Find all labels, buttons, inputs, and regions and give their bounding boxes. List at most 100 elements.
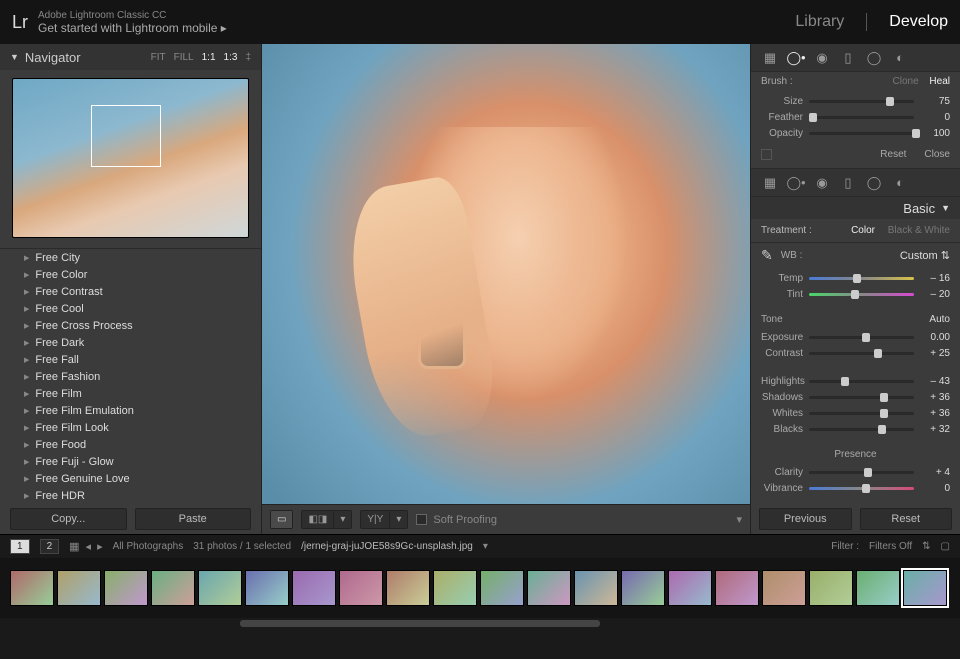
slider-thumb[interactable] (809, 113, 817, 122)
slider-value[interactable]: 100 (920, 128, 950, 139)
filmstrip-thumb[interactable] (903, 570, 947, 606)
slider-thumb[interactable] (880, 409, 888, 418)
slider-value[interactable]: + 32 (920, 424, 950, 435)
slider-track[interactable] (809, 396, 914, 399)
wb-dropper-icon[interactable]: ✎ (761, 247, 773, 264)
monitor-1[interactable]: 1 (10, 539, 30, 554)
navigator-crop-rect[interactable] (91, 105, 161, 167)
grid-icon[interactable]: ▦ (69, 540, 79, 553)
slider-track[interactable] (809, 116, 914, 119)
filmstrip-thumb[interactable] (104, 570, 148, 606)
main-photo-view[interactable] (262, 44, 750, 504)
navigator-header[interactable]: ▼ Navigator FIT FILL 1:1 1:3 ‡ (0, 44, 261, 70)
slider-highlights[interactable]: Highlights– 43 (761, 373, 950, 389)
slider-contrast[interactable]: Contrast+ 25 (761, 345, 950, 361)
heal-close-button[interactable]: Close (924, 149, 950, 160)
view-mode-loupe[interactable]: ▭ (270, 510, 293, 529)
brush-tool-icon[interactable]: ◐ (889, 174, 911, 192)
gradient-tool-icon[interactable]: ▯ (837, 174, 859, 192)
heal-tool-icon[interactable]: ◯• (785, 49, 807, 67)
mobile-link[interactable]: Get started with Lightroom mobile ▸ (38, 22, 227, 34)
tone-auto-button[interactable]: Auto (929, 314, 950, 325)
filmstrip-thumb[interactable] (292, 570, 336, 606)
slider-thumb[interactable] (878, 425, 886, 434)
navigator-preview[interactable] (12, 78, 249, 238)
slider-temp[interactable]: Temp– 16 (761, 270, 950, 286)
slider-opacity[interactable]: Opacity100 (761, 125, 950, 141)
preset-item[interactable]: ▶Free Film (0, 385, 261, 402)
filmstrip-thumb[interactable] (762, 570, 806, 606)
slider-value[interactable]: – 16 (920, 273, 950, 284)
slider-tint[interactable]: Tint– 20 (761, 286, 950, 302)
soft-proofing-toggle[interactable]: Soft Proofing (416, 514, 497, 526)
slider-track[interactable] (809, 428, 914, 431)
slider-value[interactable]: 0 (920, 112, 950, 123)
paste-button[interactable]: Paste (135, 508, 252, 530)
slider-blacks[interactable]: Blacks+ 32 (761, 421, 950, 437)
redeye-tool-icon[interactable]: ◉ (811, 49, 833, 67)
slider-size[interactable]: Size75 (761, 93, 950, 109)
slider-thumb[interactable] (886, 97, 894, 106)
slider-thumb[interactable] (851, 290, 859, 299)
slider-clarity[interactable]: Clarity+ 4 (761, 464, 950, 480)
basic-panel-header[interactable]: Basic ▼ (751, 197, 960, 219)
slider-thumb[interactable] (853, 274, 861, 283)
filmstrip-thumb[interactable] (527, 570, 571, 606)
radial-tool-icon[interactable]: ◯ (863, 49, 885, 67)
slider-value[interactable]: + 36 (920, 392, 950, 403)
slider-thumb[interactable] (912, 129, 920, 138)
preset-item[interactable]: ▶Free Film Look (0, 419, 261, 436)
previous-button[interactable]: Previous (759, 508, 852, 530)
filter-dropdown-icon[interactable]: ⇅ (922, 541, 930, 552)
checkbox-icon[interactable] (416, 514, 427, 525)
filmstrip-thumb[interactable] (198, 570, 242, 606)
slider-thumb[interactable] (880, 393, 888, 402)
reset-button[interactable]: Reset (860, 508, 953, 530)
filmstrip-thumb[interactable] (339, 570, 383, 606)
preset-item[interactable]: ▶Free Genuine Love (0, 470, 261, 487)
slider-thumb[interactable] (874, 349, 882, 358)
slider-track[interactable] (809, 100, 914, 103)
filter-select[interactable]: Filters Off (869, 541, 912, 552)
slider-track[interactable] (809, 277, 914, 280)
slider-thumb[interactable] (862, 484, 870, 493)
slider-value[interactable]: – 43 (920, 376, 950, 387)
zoom-ratio[interactable]: 1:3 (224, 52, 238, 63)
slider-track[interactable] (809, 412, 914, 415)
slider-value[interactable]: + 25 (920, 348, 950, 359)
slider-track[interactable] (809, 132, 914, 135)
filmstrip-thumb[interactable] (856, 570, 900, 606)
prev-photo-icon[interactable]: ◂ (86, 540, 92, 553)
crop-tool-icon[interactable]: ▦ (759, 174, 781, 192)
slider-value[interactable]: 0 (920, 483, 950, 494)
slider-value[interactable]: 0.00 (920, 332, 950, 343)
filename-dropdown-icon[interactable]: ▾ (483, 541, 488, 552)
next-photo-icon[interactable]: ▸ (97, 540, 103, 553)
slider-track[interactable] (809, 471, 914, 474)
slider-exposure[interactable]: Exposure0.00 (761, 329, 950, 345)
slider-value[interactable]: + 36 (920, 408, 950, 419)
slider-thumb[interactable] (862, 333, 870, 342)
filmstrip-thumb[interactable] (57, 570, 101, 606)
preset-item[interactable]: ▶Free Fuji - Glow (0, 453, 261, 470)
slider-value[interactable]: 75 (920, 96, 950, 107)
slider-whites[interactable]: Whites+ 36 (761, 405, 950, 421)
filmstrip-thumb[interactable] (10, 570, 54, 606)
chevron-updown-icon[interactable]: ‡ (245, 52, 251, 63)
treatment-bw[interactable]: Black & White (888, 225, 950, 236)
filmstrip-thumb[interactable] (245, 570, 289, 606)
filmstrip-scrollbar[interactable] (0, 618, 960, 629)
view-mode-before-after[interactable]: ◧◨▾ (301, 510, 352, 529)
wb-select[interactable]: Custom ⇅ (900, 249, 950, 262)
filmstrip-thumb[interactable] (668, 570, 712, 606)
redeye-tool-icon[interactable]: ◉ (811, 174, 833, 192)
slider-value[interactable]: + 4 (920, 467, 950, 478)
zoom-fit[interactable]: FIT (151, 52, 166, 63)
filmstrip-thumb[interactable] (480, 570, 524, 606)
slider-vibrance[interactable]: Vibrance0 (761, 480, 950, 496)
slider-feather[interactable]: Feather0 (761, 109, 950, 125)
slider-thumb[interactable] (841, 377, 849, 386)
slider-track[interactable] (809, 352, 914, 355)
filmstrip-thumb[interactable] (574, 570, 618, 606)
filmstrip-thumb[interactable] (621, 570, 665, 606)
